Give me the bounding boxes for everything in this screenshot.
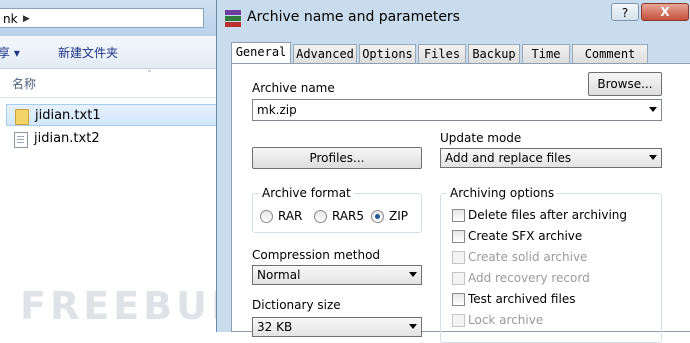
file-name: jidian.txt2 xyxy=(34,131,100,146)
compression-method-label: Compression method xyxy=(252,248,381,262)
tab-advanced[interactable]: Advanced xyxy=(293,44,357,64)
archive-format-group: Archive format RAR RAR5 ZIP xyxy=(252,186,422,233)
tab-backup[interactable]: Backup xyxy=(468,44,520,64)
profiles-button[interactable]: Profiles... xyxy=(252,147,422,169)
file-item-jidian-txt1[interactable]: jidian.txt1 xyxy=(6,104,218,126)
checkbox-delete-files[interactable] xyxy=(452,209,465,222)
radio-rar[interactable] xyxy=(260,210,273,223)
tab-time[interactable]: Time xyxy=(522,44,570,64)
chevron-down-icon[interactable] xyxy=(409,272,417,277)
checkbox-create-solid-label: Create solid archive xyxy=(468,250,588,264)
address-bar[interactable]: nk ▶ xyxy=(0,8,204,28)
folder-icon xyxy=(15,109,29,125)
dialog-titlebar[interactable]: Archive name and parameters ? X xyxy=(217,0,690,36)
chevron-right-icon[interactable]: ▶ xyxy=(23,9,30,29)
archive-name-label: Archive name xyxy=(252,81,335,95)
file-name: jidian.txt1 xyxy=(35,108,101,123)
dictionary-size-label: Dictionary size xyxy=(252,298,341,312)
help-button[interactable]: ? xyxy=(611,3,639,21)
checkbox-recovery-record-label: Add recovery record xyxy=(468,271,590,285)
chevron-down-icon[interactable] xyxy=(649,107,657,112)
archiving-options-group: Archiving options Delete files after arc… xyxy=(440,186,662,343)
checkbox-test-archived[interactable] xyxy=(452,293,465,306)
compression-method-value: Normal xyxy=(257,268,301,282)
archive-dialog: Archive name and parameters ? X General … xyxy=(216,0,690,343)
address-text: nk xyxy=(3,12,18,26)
radio-rar-label: RAR xyxy=(278,209,303,223)
new-folder-button[interactable]: 新建文件夹 xyxy=(58,44,118,61)
column-header-label: 名称 xyxy=(12,77,37,91)
tab-general[interactable]: General xyxy=(231,42,291,65)
archive-name-value: mk.zip xyxy=(257,103,297,117)
column-header-name[interactable]: 名称 ⌃ xyxy=(0,69,220,98)
checkbox-delete-files-label: Delete files after archiving xyxy=(468,208,628,222)
radio-rar5[interactable] xyxy=(314,210,327,223)
archiving-options-title: Archiving options xyxy=(447,186,558,200)
update-mode-value: Add and replace files xyxy=(445,151,572,165)
dialog-title: Archive name and parameters xyxy=(247,9,460,25)
update-mode-select[interactable]: Add and replace files xyxy=(440,148,662,168)
tab-comment[interactable]: Comment xyxy=(572,44,648,64)
radio-zip-label: ZIP xyxy=(389,209,408,223)
checkbox-lock-archive-label: Lock archive xyxy=(468,313,544,327)
browse-button[interactable]: Browse... xyxy=(588,72,662,96)
archive-name-input[interactable]: mk.zip xyxy=(252,99,662,121)
radio-zip[interactable] xyxy=(371,210,384,223)
tab-files[interactable]: Files xyxy=(418,44,466,64)
checkbox-test-archived-label: Test archived files xyxy=(468,292,576,306)
sort-arrow-icon: ⌃ xyxy=(146,69,153,78)
file-item-jidian-txt2[interactable]: jidian.txt2 xyxy=(6,128,218,150)
dictionary-size-select[interactable]: 32 KB xyxy=(252,317,422,337)
tab-options[interactable]: Options xyxy=(359,44,416,64)
winrar-icon xyxy=(225,10,241,27)
archive-format-title: Archive format xyxy=(259,186,354,200)
checkbox-create-solid[interactable] xyxy=(452,251,465,264)
checkbox-create-sfx[interactable] xyxy=(452,230,465,243)
chevron-down-icon[interactable] xyxy=(409,324,417,329)
checkbox-lock-archive[interactable] xyxy=(452,314,465,327)
close-button[interactable]: X xyxy=(641,3,689,21)
watermark: FREEBUF xyxy=(20,284,241,328)
general-panel: Archive name Browse... mk.zip Update mod… xyxy=(231,63,690,343)
checkbox-create-sfx-label: Create SFX archive xyxy=(468,229,583,243)
share-menu-button[interactable]: 享 ▾ xyxy=(0,44,20,61)
checkbox-recovery-record[interactable] xyxy=(452,272,465,285)
chevron-down-icon[interactable] xyxy=(649,155,657,160)
radio-rar5-label: RAR5 xyxy=(332,209,365,223)
compression-method-select[interactable]: Normal xyxy=(252,265,422,285)
text-file-icon xyxy=(14,132,28,148)
tab-bar: General Advanced Options Files Backup Ti… xyxy=(231,42,690,65)
update-mode-label: Update mode xyxy=(440,131,522,145)
